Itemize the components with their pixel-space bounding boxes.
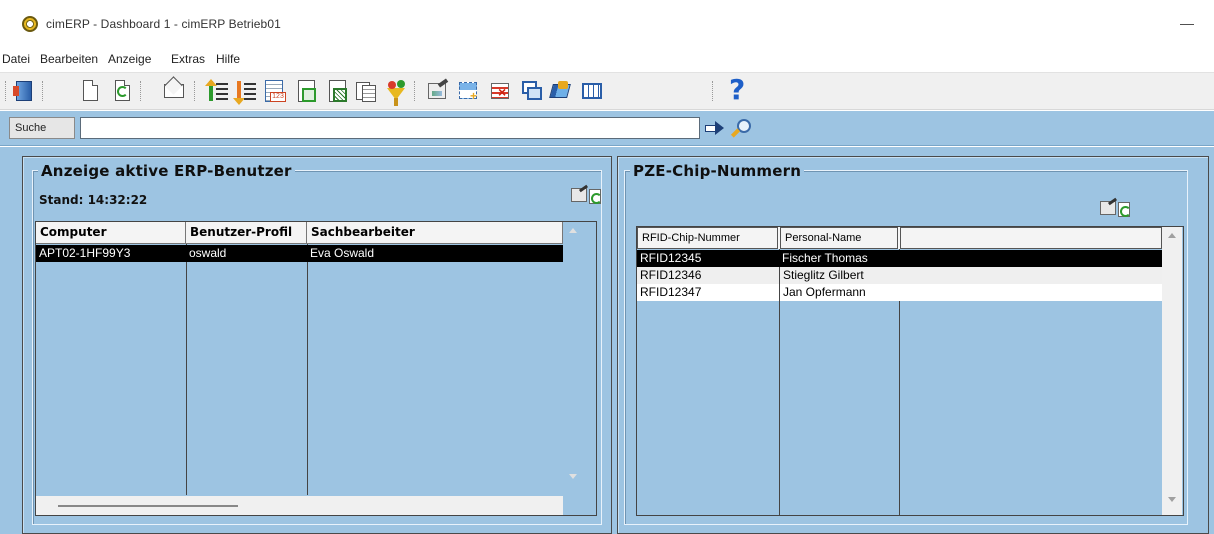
search-label: Suche: [9, 117, 75, 139]
scroll-up-icon[interactable]: [569, 228, 577, 233]
toolbar-separator: [42, 81, 44, 101]
grid-view-icon[interactable]: [580, 79, 604, 103]
edit-icon[interactable]: [1100, 201, 1116, 215]
delete-rows-icon[interactable]: ×: [488, 79, 512, 103]
menu-bearbeiten[interactable]: Bearbeiten: [40, 52, 98, 66]
mail-icon[interactable]: [162, 79, 186, 103]
excel-export-icon[interactable]: [325, 79, 349, 103]
windows-icon[interactable]: [520, 79, 544, 103]
scroll-down-icon[interactable]: [569, 474, 577, 479]
toolbar-separator: [5, 81, 7, 101]
cell-personal-name: Fischer Thomas: [782, 251, 868, 265]
menu-datei[interactable]: Datei: [2, 52, 30, 66]
copy-document-icon[interactable]: [354, 79, 378, 103]
arrow-right-icon[interactable]: [704, 120, 726, 136]
scroll-up-icon[interactable]: [1168, 233, 1176, 238]
active-users-title: Anzeige aktive ERP-Benutzer: [38, 162, 295, 180]
active-users-table: Computer Benutzer-Profil Sachbearbeiter …: [35, 221, 597, 516]
export-document-icon[interactable]: [294, 79, 318, 103]
refresh-icon[interactable]: [1118, 202, 1131, 217]
exit-icon[interactable]: [12, 79, 36, 103]
edit-icon[interactable]: [571, 188, 587, 202]
help-icon[interactable]: ?: [725, 73, 749, 106]
toolbar-separator: [140, 81, 142, 101]
scroll-thumb[interactable]: [58, 505, 238, 507]
active-users-group: Anzeige aktive ERP-Benutzer Stand: 14:32…: [32, 162, 603, 525]
toolbar: 123 + × ?: [0, 72, 1214, 110]
column-empty[interactable]: [900, 227, 1162, 249]
column-divider: [307, 244, 308, 495]
sort-descending-icon[interactable]: [233, 79, 258, 105]
cell-benutzer-profil: oswald: [189, 246, 227, 260]
chip-numbers-table: RFID-Chip-Nummer Personal-Name RFID12345…: [636, 226, 1184, 516]
chip-numbers-actions: [1100, 201, 1132, 219]
horizontal-scrollbar[interactable]: [36, 496, 563, 515]
menu-hilfe[interactable]: Hilfe: [216, 52, 240, 66]
table-row[interactable]: RFID12346 Stieglitz Gilbert: [637, 267, 1162, 284]
number-sheet-icon[interactable]: 123: [262, 79, 286, 103]
dashboard-content: Anzeige aktive ERP-Benutzer Stand: 14:32…: [0, 147, 1214, 534]
cell-computer: APT02-1HF99Y3: [39, 246, 131, 260]
scroll-down-icon[interactable]: [1168, 497, 1176, 502]
search-input[interactable]: [80, 117, 700, 139]
column-sachbearbeiter[interactable]: Sachbearbeiter: [307, 222, 563, 244]
chip-numbers-title: PZE-Chip-Nummern: [630, 162, 805, 180]
table-row[interactable]: APT02-1HF99Y3 oswald Eva Oswald: [36, 245, 563, 262]
refresh-icon[interactable]: [110, 79, 134, 103]
menu-anzeige[interactable]: Anzeige: [108, 52, 151, 66]
edit-picture-icon[interactable]: [426, 78, 450, 103]
table-row[interactable]: RFID12345 Fischer Thomas: [637, 250, 1162, 267]
active-users-panel: Anzeige aktive ERP-Benutzer Stand: 14:32…: [22, 156, 612, 534]
active-users-actions: [571, 188, 603, 206]
cell-sachbearbeiter: Eva Oswald: [310, 246, 375, 260]
column-personal-name[interactable]: Personal-Name: [780, 227, 898, 249]
toolbar-separator: [194, 81, 196, 101]
cell-rfid-chip-nummer: RFID12347: [640, 285, 702, 299]
column-computer[interactable]: Computer: [36, 222, 186, 244]
number-sheet-badge: 123: [270, 92, 286, 102]
column-rfid-chip-nummer[interactable]: RFID-Chip-Nummer: [637, 227, 778, 249]
search-icon[interactable]: [730, 119, 751, 139]
column-divider: [186, 244, 187, 495]
delete-rows-x: ×: [498, 84, 507, 100]
table-header: RFID-Chip-Nummer Personal-Name: [637, 227, 1162, 249]
add-selection-plus: +: [470, 89, 478, 103]
window-title: cimERP - Dashboard 1 - cimERP Betrieb01: [46, 17, 281, 31]
column-benutzer-profil[interactable]: Benutzer-Profil: [186, 222, 307, 244]
help-glyph: ?: [729, 73, 746, 106]
chip-numbers-panel: PZE-Chip-Nummern RFID-Chip-Nummer Person…: [617, 156, 1209, 534]
menu-bar: Datei Bearbeiten Anzeige Extras Hilfe: [0, 48, 1214, 70]
toolbar-separator: [414, 81, 416, 101]
table-header: Computer Benutzer-Profil Sachbearbeiter: [36, 222, 563, 244]
catalog-icon[interactable]: [548, 79, 572, 103]
sort-ascending-icon[interactable]: [205, 79, 230, 103]
cell-rfid-chip-nummer: RFID12346: [640, 268, 702, 282]
vertical-scrollbar[interactable]: [1162, 227, 1182, 515]
cell-rfid-chip-nummer: RFID12345: [640, 251, 702, 265]
cell-personal-name: Jan Opfermann: [779, 284, 899, 301]
refresh-icon[interactable]: [589, 189, 602, 204]
table-row[interactable]: RFID12347 Jan Opfermann: [637, 284, 1162, 301]
toolbar-separator: [712, 81, 714, 101]
search-bar: Suche: [0, 111, 1214, 146]
stand-timestamp: Stand: 14:32:22: [39, 193, 148, 207]
title-bar: cimERP - Dashboard 1 - cimERP Betrieb01 …: [0, 0, 1214, 46]
gear-icon: [22, 16, 38, 32]
add-selection-icon[interactable]: +: [456, 79, 480, 103]
chip-numbers-group: PZE-Chip-Nummern RFID-Chip-Nummer Person…: [624, 162, 1188, 525]
cell-personal-name: Stieglitz Gilbert: [779, 267, 899, 284]
minimize-button[interactable]: —: [1172, 10, 1202, 36]
filter-icon[interactable]: [384, 79, 408, 106]
new-document-icon[interactable]: [78, 79, 102, 103]
menu-extras[interactable]: Extras: [171, 52, 205, 66]
vertical-scrollbar[interactable]: [563, 222, 583, 498]
